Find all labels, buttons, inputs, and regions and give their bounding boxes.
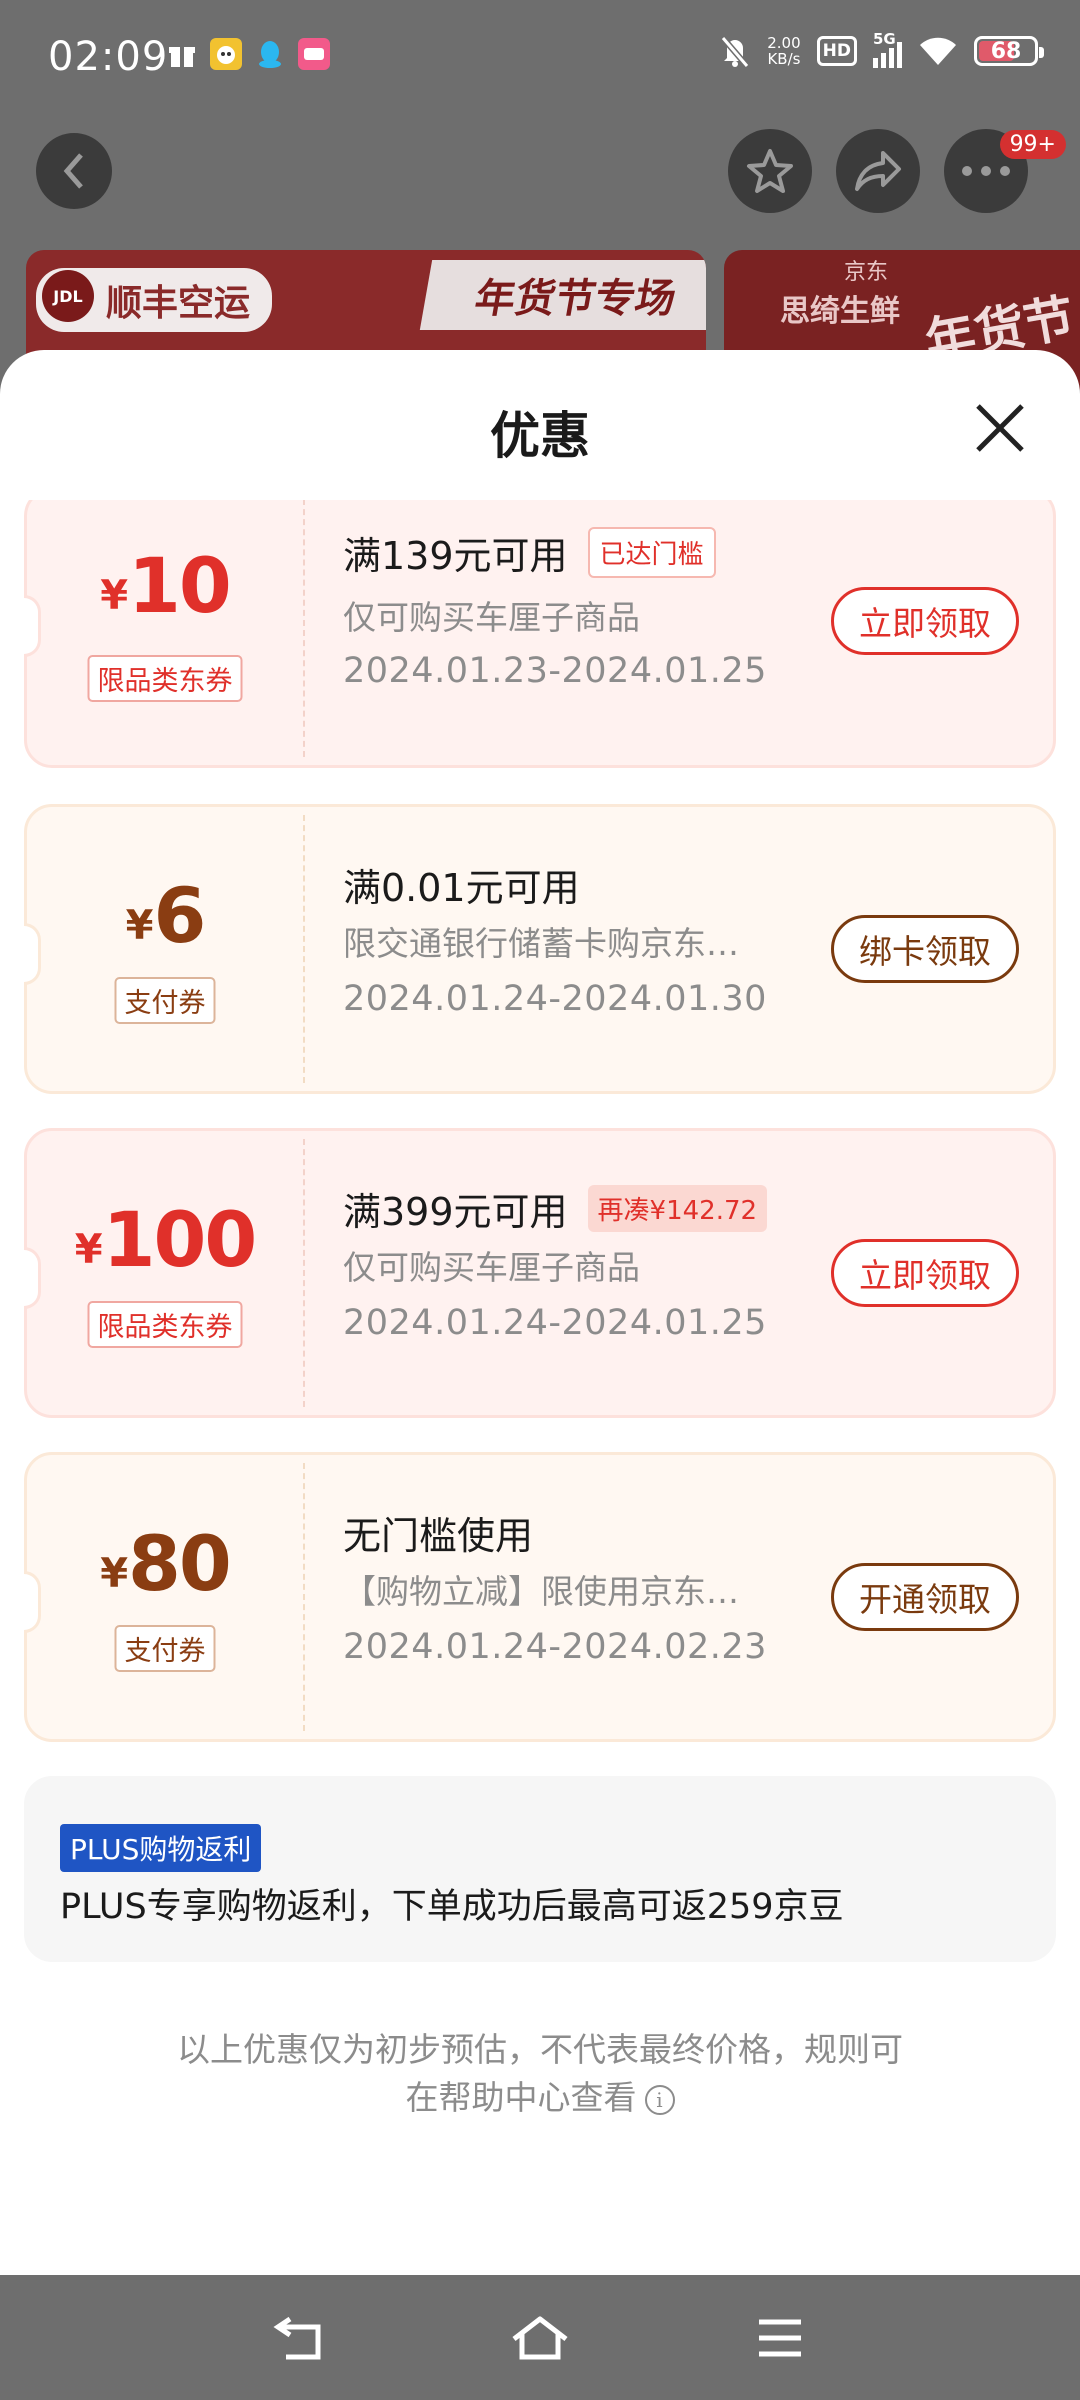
- notification-icons: [166, 38, 330, 70]
- coupon-tag: 再凑¥142.72: [587, 1185, 768, 1232]
- coupon-condition: 无门槛使用: [343, 1514, 534, 1558]
- plus-rebate-text: PLUS专享购物返利，下单成功后最高可返259京豆: [60, 1887, 844, 1927]
- coupon-card: ¥100 限品类东券 满399元可用 再凑¥142.72 仅可购买车厘子商品 20…: [24, 1128, 1056, 1418]
- disclaimer: 以上优惠仅为初步预估，不代表最终价格，规则可 在帮助中心查看 i: [0, 2026, 1080, 2122]
- coupon-desc: 仅可购买车厘子商品: [343, 598, 640, 637]
- nav-home-button[interactable]: [505, 2303, 575, 2373]
- coupon-amount: ¥80: [100, 1519, 232, 1608]
- coupon-list[interactable]: ¥10 限品类东券 满139元可用 已达门槛 仅可购买车厘子商品 2024.01.…: [0, 500, 1080, 2275]
- disclaimer-line2: 在帮助中心查看 i: [0, 2074, 1080, 2122]
- coupon-desc: 限交通银行储蓄卡购京东…: [343, 924, 739, 963]
- coupon-type: 限品类东券: [87, 655, 243, 702]
- share-icon: [855, 151, 901, 191]
- banner-title: 年货节专场: [419, 260, 706, 330]
- claim-button[interactable]: 立即领取: [831, 1239, 1019, 1307]
- network-speed-value: 2.00: [767, 34, 801, 52]
- coupon-date: 2024.01.24-2024.01.25: [343, 1303, 767, 1343]
- coupon-type: 支付券: [114, 977, 216, 1024]
- page-header: [0, 125, 1080, 215]
- message-count-badge: 99+: [999, 130, 1066, 159]
- signal-icon: 5G: [873, 30, 902, 68]
- network-type: 5G: [873, 30, 896, 48]
- jdl-logo-icon: JDL: [42, 270, 94, 322]
- coupon-card: ¥80 支付券 无门槛使用 【购物立减】限使用京东… 2024.01.24-20…: [24, 1452, 1056, 1742]
- coupon-type: 支付券: [114, 1625, 216, 1672]
- battery-icon: 68: [974, 36, 1044, 66]
- back-button[interactable]: [36, 133, 112, 209]
- banner-text: 思绮生鲜: [780, 294, 900, 329]
- activate-claim-button[interactable]: 开通领取: [831, 1563, 1019, 1631]
- nav-menu-icon: [759, 2319, 801, 2357]
- coupon-condition: 满0.01元可用: [343, 866, 580, 910]
- shopping-app-icon: [298, 38, 330, 70]
- bind-card-claim-button[interactable]: 绑卡领取: [831, 915, 1019, 983]
- network-speed-unit: KB/s: [767, 50, 801, 68]
- claim-button[interactable]: 立即领取: [831, 587, 1019, 655]
- star-icon: [747, 149, 793, 193]
- coupon-tag: 已达门槛: [587, 527, 716, 578]
- coupon-amount: ¥100: [74, 1195, 257, 1284]
- mute-icon: [720, 36, 750, 68]
- coupon-amount: ¥10: [100, 541, 232, 630]
- coupon-desc: 【购物立减】限使用京东…: [343, 1572, 739, 1611]
- coupon-date: 2024.01.24-2024.01.30: [343, 979, 767, 1019]
- system-nav-bar: [0, 2275, 1080, 2400]
- nav-back-icon: [273, 2316, 321, 2360]
- close-button[interactable]: [970, 398, 1030, 458]
- coupon-date: 2024.01.24-2024.02.23: [343, 1627, 767, 1667]
- coupon-date: 2024.01.23-2024.01.25: [343, 651, 767, 691]
- coupon-type: 限品类东券: [87, 1301, 243, 1348]
- coupon-condition: 满139元可用 已达门槛: [343, 525, 716, 580]
- status-time: 02:09: [48, 34, 169, 80]
- coupon-card: ¥10 限品类东券 满139元可用 已达门槛 仅可购买车厘子商品 2024.01.…: [24, 500, 1056, 768]
- nav-back-button[interactable]: [265, 2303, 335, 2373]
- more-icon: [962, 166, 1010, 176]
- hd-badge: HD: [816, 36, 857, 66]
- favorite-button[interactable]: [728, 129, 812, 213]
- back-icon: [63, 153, 83, 189]
- coupon-desc: 仅可购买车厘子商品: [343, 1248, 640, 1287]
- coupon-card: ¥6 支付券 满0.01元可用 限交通银行储蓄卡购京东… 2024.01.24-…: [24, 804, 1056, 1094]
- battery-level: 68: [990, 38, 1022, 64]
- app-notification-icon: [210, 38, 242, 70]
- gift-icon: [166, 38, 198, 70]
- network-speed: 2.00 KB/s: [767, 35, 800, 67]
- discount-sheet: 优惠 ¥10 限品类东券 满139元可用 已达门槛 仅可购买车厘子商品 2024.…: [0, 350, 1080, 2275]
- banner-brand: 京东: [844, 260, 889, 285]
- sheet-title: 优惠: [490, 407, 590, 465]
- nav-menu-button[interactable]: [745, 2303, 815, 2373]
- coupon-condition: 满399元可用 再凑¥142.72: [343, 1181, 768, 1236]
- plus-rebate-card: PLUS购物返利 PLUS专享购物返利，下单成功后最高可返259京豆: [24, 1776, 1056, 1962]
- share-button[interactable]: [836, 129, 920, 213]
- close-icon: [976, 404, 1024, 452]
- status-right: 2.00 KB/s HD 5G 68: [719, 30, 1044, 68]
- status-bar: 02:09 2.00 KB/s HD 5G 68: [0, 0, 1080, 115]
- nav-home-icon: [512, 2316, 568, 2360]
- plus-badge: PLUS购物返利: [60, 1824, 262, 1872]
- coupon-amount: ¥6: [125, 871, 207, 960]
- info-icon[interactable]: i: [644, 2084, 675, 2115]
- qq-icon: [254, 38, 286, 70]
- disclaimer-line1: 以上优惠仅为初步预估，不代表最终价格，规则可: [177, 2030, 903, 2069]
- wifi-icon: [920, 37, 956, 65]
